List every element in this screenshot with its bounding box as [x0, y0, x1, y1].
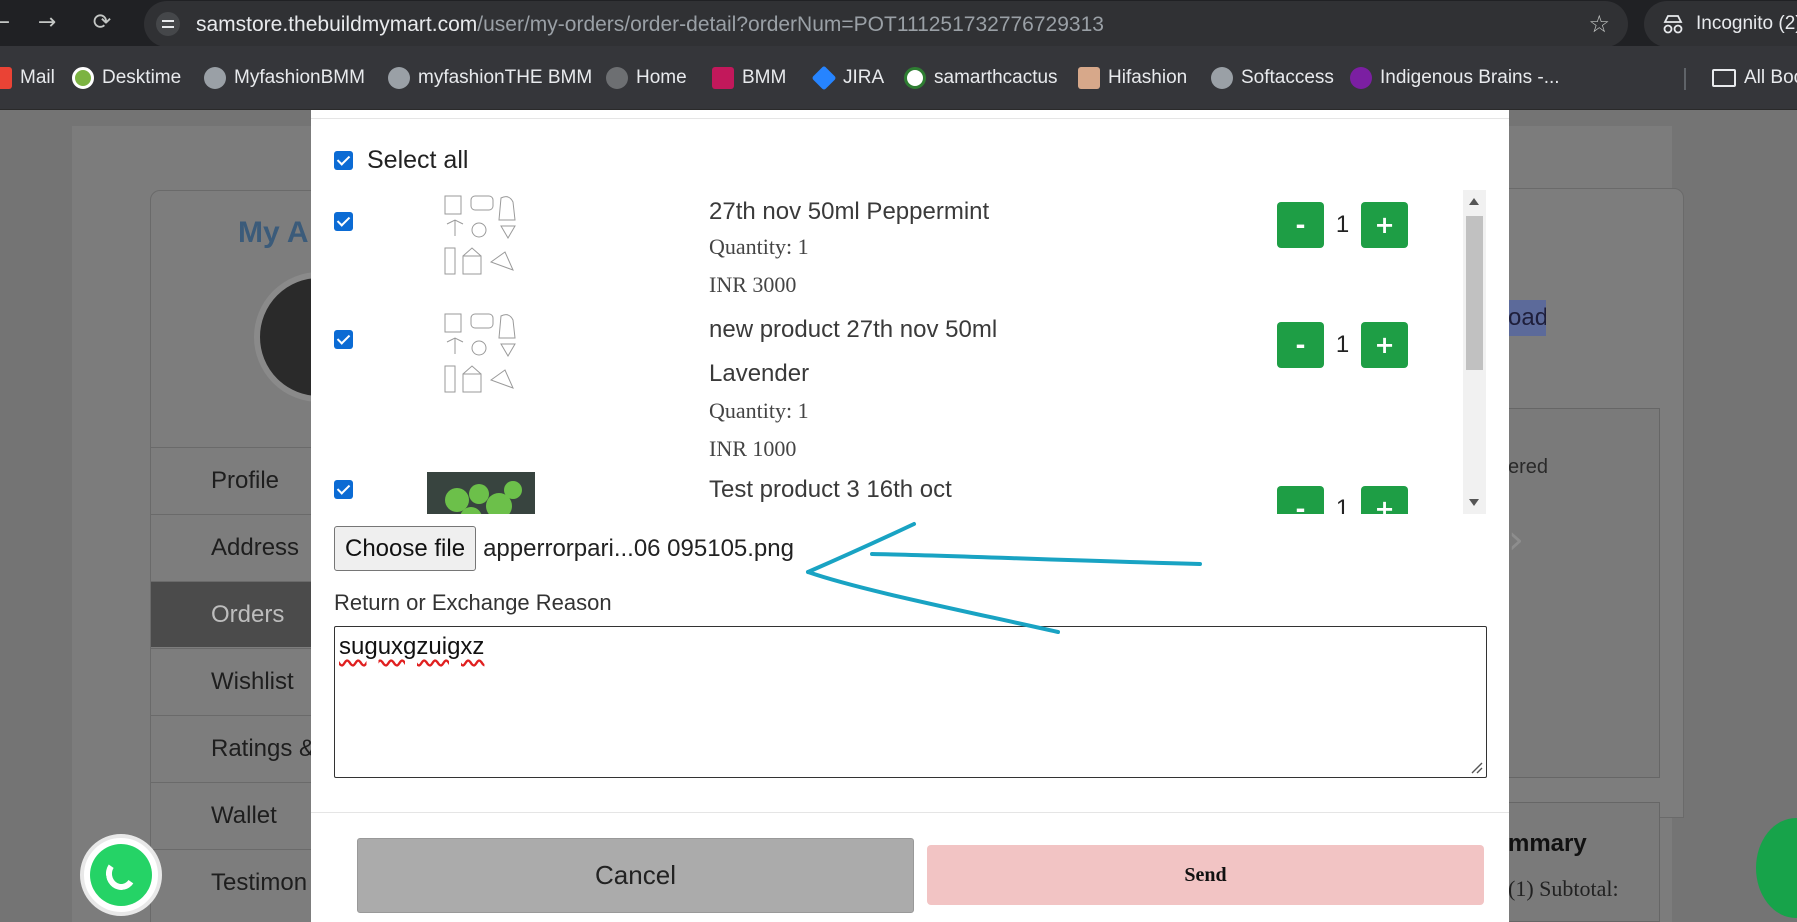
jira-icon	[811, 65, 837, 91]
forward-icon[interactable]: →	[32, 8, 62, 38]
increment-button[interactable]: +	[1361, 322, 1408, 368]
send-button[interactable]: Send	[927, 845, 1484, 905]
quantity-stepper: - 1 +	[1277, 486, 1408, 514]
scroll-down-icon[interactable]	[1469, 499, 1479, 506]
globe-icon	[388, 67, 410, 89]
bookmark-home[interactable]: Home	[606, 64, 687, 92]
decrement-button[interactable]: -	[1277, 202, 1324, 248]
whatsapp-button[interactable]	[80, 834, 162, 916]
delivered-status-text: ered	[1508, 456, 1549, 478]
reason-label: Return or Exchange Reason	[334, 590, 612, 615]
cactus-icon	[904, 67, 926, 89]
indigenous-brains-icon	[1350, 67, 1372, 89]
resize-grip-icon[interactable]	[1469, 760, 1483, 774]
sidebar-item-wishlist[interactable]: Wishlist	[151, 648, 319, 714]
sidebar-item-address[interactable]: Address	[151, 514, 319, 580]
bookmark-bmm[interactable]: BMM	[712, 64, 786, 92]
selected-file-name: apperrorpari...06 095105.png	[483, 534, 794, 562]
url-text[interactable]: samstore.thebuildmymart.com/user/my-orde…	[196, 13, 1104, 37]
product-title: 27th nov 50ml Peppermint	[709, 198, 990, 225]
gmail-icon	[0, 67, 12, 89]
product-title: Test product 3 16th oct	[709, 476, 952, 503]
order-summary-title: mmary	[1508, 830, 1587, 857]
bookmark-softaccess[interactable]: Softaccess	[1211, 64, 1334, 92]
increment-button[interactable]: +	[1361, 202, 1408, 248]
bookmark-samarthcactus[interactable]: samarthcactus	[904, 64, 1058, 92]
product-checkbox[interactable]	[334, 330, 353, 349]
order-summary-box	[1508, 802, 1660, 922]
modal-footer-divider	[311, 812, 1509, 813]
account-title: My A	[238, 216, 309, 249]
decrement-button[interactable]: -	[1277, 486, 1324, 514]
sidebar-item-ratings[interactable]: Ratings &	[151, 715, 319, 781]
bookmark-myfashionthebmm[interactable]: myfashionTHE BMM	[388, 64, 592, 92]
bookmark-jira[interactable]: JIRA	[811, 64, 884, 92]
product-image	[427, 472, 535, 514]
incognito-icon	[1663, 15, 1683, 34]
decrement-button[interactable]: -	[1277, 322, 1324, 368]
download-invoice-button[interactable]: oad	[1508, 300, 1546, 336]
file-upload: Choose file apperrorpari...06 095105.png	[334, 526, 794, 571]
bookmark-hifashion[interactable]: Hifashion	[1078, 64, 1187, 92]
select-all[interactable]: Select all	[334, 146, 468, 175]
bookmark-mail[interactable]: Mail	[0, 64, 55, 92]
globe-icon	[1211, 67, 1233, 89]
scrollbar-thumb[interactable]	[1466, 216, 1483, 370]
all-bookmarks[interactable]: All Boo	[1712, 64, 1797, 92]
quantity-stepper: - 1 +	[1277, 202, 1408, 248]
product-quantity: Quantity: 1	[709, 398, 809, 423]
return-exchange-modal: Select all 27th nov 50ml Peppermint Quan…	[311, 110, 1509, 922]
sidebar-item-testimonials[interactable]: Testimon	[151, 849, 319, 915]
product-image	[427, 308, 535, 402]
reload-icon[interactable]: ⟳	[87, 8, 117, 38]
quantity-value: 1	[1335, 211, 1350, 238]
select-all-checkbox[interactable]	[334, 151, 353, 170]
sidebar-item-orders[interactable]: Orders	[151, 581, 319, 647]
bookmarks-separator	[1684, 68, 1686, 90]
back-icon[interactable]: ←	[0, 8, 16, 38]
product-quantity: Quantity: 1	[709, 234, 809, 259]
scroll-up-icon[interactable]	[1469, 198, 1479, 205]
subtotal-label: (1) Subtotal:	[1508, 876, 1619, 901]
browser-toolbar: ← → ⟳ samstore.thebuildmymart.com/user/m…	[0, 0, 1797, 47]
incognito-indicator[interactable]: Incognito (2)	[1644, 1, 1797, 47]
globe-icon	[204, 67, 226, 89]
product-price: INR 3000	[709, 272, 797, 297]
product-image	[427, 190, 535, 284]
list-scrollbar[interactable]	[1463, 190, 1486, 514]
bmm-icon	[712, 67, 734, 89]
quantity-value: 1	[1335, 495, 1350, 514]
product-price: INR 1000	[709, 436, 797, 461]
desktime-icon	[72, 67, 94, 89]
reason-text: suguxgzuigxz	[339, 633, 485, 660]
reason-textarea[interactable]: suguxgzuigxz	[334, 626, 1487, 778]
site-settings-icon[interactable]	[156, 12, 180, 36]
bookmarks-bar: Mail Desktime MyfashionBMM myfashionTHE …	[0, 46, 1797, 110]
hifashion-icon	[1078, 67, 1100, 89]
whatsapp-icon	[90, 844, 152, 906]
quantity-value: 1	[1335, 331, 1350, 358]
product-checkbox[interactable]	[334, 212, 353, 231]
product-list[interactable]: 27th nov 50ml Peppermint Quantity: 1 INR…	[311, 190, 1486, 514]
increment-button[interactable]: +	[1361, 486, 1408, 514]
product-title: new product 27th nov 50ml Lavender	[709, 316, 998, 387]
chevron-right-icon: ›	[1508, 517, 1524, 563]
select-all-label: Select all	[367, 146, 469, 174]
bookmark-desktime[interactable]: Desktime	[72, 64, 181, 92]
folder-icon	[1712, 69, 1736, 87]
modal-divider	[311, 118, 1509, 119]
cancel-button[interactable]: Cancel	[357, 838, 914, 913]
sidebar-item-wallet[interactable]: Wallet	[151, 782, 319, 848]
sidebar-item-profile[interactable]: Profile	[151, 447, 319, 513]
bookmark-myfashionbmm[interactable]: MyfashionBMM	[204, 64, 365, 92]
choose-file-button[interactable]: Choose file	[334, 526, 477, 571]
globe-icon	[606, 67, 628, 89]
quantity-stepper: - 1 +	[1277, 322, 1408, 368]
address-bar[interactable]: samstore.thebuildmymart.com/user/my-orde…	[144, 1, 1628, 47]
bookmark-indigenous-brains[interactable]: Indigenous Brains -...	[1350, 64, 1560, 92]
product-checkbox[interactable]	[334, 480, 353, 499]
bookmark-star-icon[interactable]: ☆	[1588, 10, 1610, 38]
